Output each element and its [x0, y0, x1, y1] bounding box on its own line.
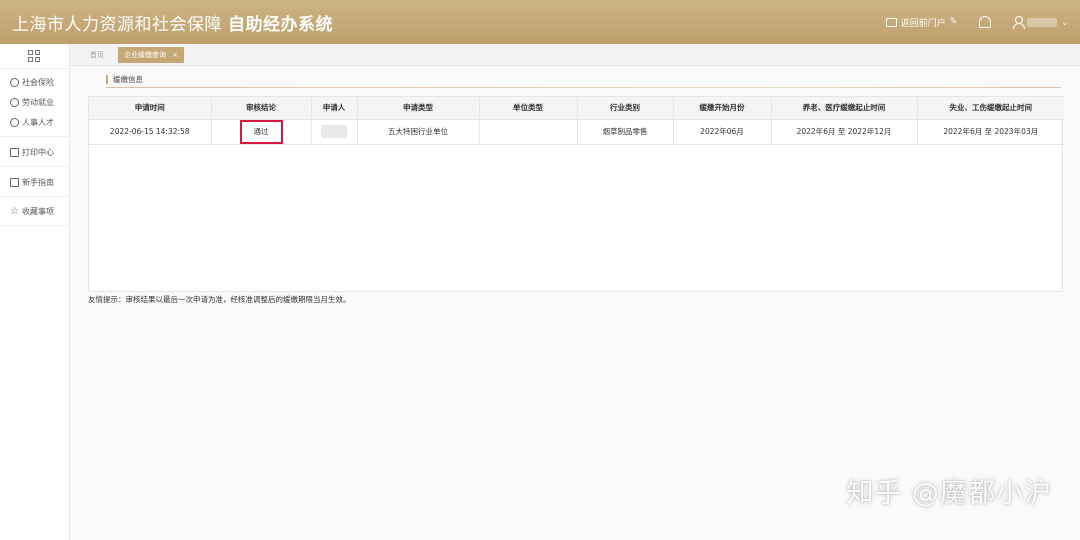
user-icon: [1013, 16, 1026, 29]
cell-applicant: [311, 119, 358, 145]
sidebar-item-label: 打印中心: [22, 148, 54, 157]
sidebar: 社会保险 劳动就业 人事人才 打印中心 新手指南 ☆ 收藏事项: [0, 44, 70, 540]
sidebar-item-print-center[interactable]: 打印中心: [10, 147, 54, 158]
column-header: 申请类型: [357, 97, 480, 120]
tab-label: 企业缓缴查询: [124, 51, 166, 59]
column-header: 审核结论: [211, 97, 312, 120]
grid-menu-icon[interactable]: [28, 50, 40, 62]
app-title-regular: 上海市人力资源和社会保障: [12, 15, 222, 35]
person-icon: [10, 98, 19, 107]
cell-apply-time: 2022-06-15 14:32:58: [89, 119, 212, 145]
review-result-highlight: 通过: [239, 119, 283, 143]
tab-home[interactable]: 首页: [90, 50, 104, 60]
sidebar-divider: [0, 68, 70, 69]
app-header: 上海市人力资源和社会保障 自助经办系统 返回前门户 ✎ ⌄: [0, 0, 1080, 44]
cell-pension-period: 2022年6月 至 2022年12月: [771, 119, 918, 145]
cell-apply-type: 五大特困行业单位: [357, 119, 480, 145]
sidebar-item-personnel[interactable]: 人事人才: [10, 117, 54, 128]
guide-icon: [10, 178, 19, 187]
star-icon: ☆: [10, 206, 19, 217]
portal-label: 返回前门户: [900, 18, 946, 29]
sidebar-item-favorites[interactable]: ☆ 收藏事项: [10, 206, 54, 217]
monitor-icon: [885, 17, 897, 27]
tab-bar: 首页 企业缓缴查询 ×: [70, 44, 1080, 66]
user-menu[interactable]: ⌄: [1013, 16, 1068, 29]
sidebar-divider: [0, 225, 70, 226]
sidebar-item-label: 收藏事项: [21, 207, 54, 216]
user-name-masked: [1027, 17, 1058, 27]
sidebar-item-label: 劳动就业: [22, 98, 54, 107]
cell-review-result: 通过: [211, 119, 312, 145]
tab-enterprise-deferral-query[interactable]: 企业缓缴查询 ×: [118, 47, 184, 63]
sidebar-divider: [0, 166, 70, 167]
column-header: 失业、工伤缓缴起止时间: [917, 97, 1064, 120]
column-header: 缓缴开始月份: [673, 97, 772, 120]
deferral-table: 申请时间 审核结论 申请人 申请类型 单位类型 行业类别 缓缴开始月份 养老、医…: [88, 96, 1064, 292]
cell-unemployment-period: 2022年6月 至 2023年03月: [917, 119, 1064, 145]
sidebar-item-social-insurance[interactable]: 社会保险: [10, 77, 54, 88]
section-title: 缓缴信息: [106, 75, 143, 84]
cell-unit-type: [479, 119, 578, 145]
column-header: 申请时间: [89, 97, 212, 120]
sidebar-divider: [0, 136, 70, 137]
table-header-row: 申请时间 审核结论 申请人 申请类型 单位类型 行业类别 缓缴开始月份 养老、医…: [89, 97, 1064, 120]
sidebar-divider: [0, 196, 70, 197]
close-icon[interactable]: ×: [172, 51, 178, 59]
back-to-portal-button[interactable]: 返回前门户 ✎: [885, 16, 958, 29]
sidebar-item-label: 社会保险: [22, 78, 54, 87]
header-actions: 返回前门户 ✎ ⌄: [885, 0, 1068, 44]
table-row[interactable]: 2022-06-15 14:32:58 通过 五大特困行业单位 烟草制品零售 2…: [89, 119, 1064, 145]
sidebar-item-label: 新手指南: [22, 178, 54, 187]
person-icon: [10, 118, 19, 127]
friendly-tip: 友情提示：审核结果以最后一次申请为准，经核准调整后的缓缴期限当月生效。: [88, 295, 351, 304]
applicant-masked: [321, 125, 347, 138]
bell-icon[interactable]: [979, 16, 992, 28]
chevron-down-icon: ⌄: [1061, 17, 1068, 27]
column-header: 行业类别: [577, 97, 674, 120]
settings-icon: [10, 78, 19, 87]
column-header: 养老、医疗缓缴起止时间: [771, 97, 918, 120]
sidebar-item-guide[interactable]: 新手指南: [10, 177, 54, 188]
printer-icon: [10, 148, 19, 157]
edit-icon: ✎: [949, 17, 958, 27]
cell-industry: 烟草制品零售: [577, 119, 674, 145]
app-title-bold: 自助经办系统: [228, 15, 333, 35]
cell-start-month: 2022年06月: [673, 119, 772, 145]
app-title: 上海市人力资源和社会保障 自助经办系统: [12, 10, 333, 35]
sidebar-item-employment[interactable]: 劳动就业: [10, 97, 54, 108]
sidebar-item-label: 人事人才: [22, 118, 54, 127]
section-divider: [106, 87, 1061, 88]
column-header: 申请人: [311, 97, 358, 120]
column-header: 单位类型: [479, 97, 578, 120]
watermark: 知乎 @魔都小沪: [846, 478, 1052, 509]
